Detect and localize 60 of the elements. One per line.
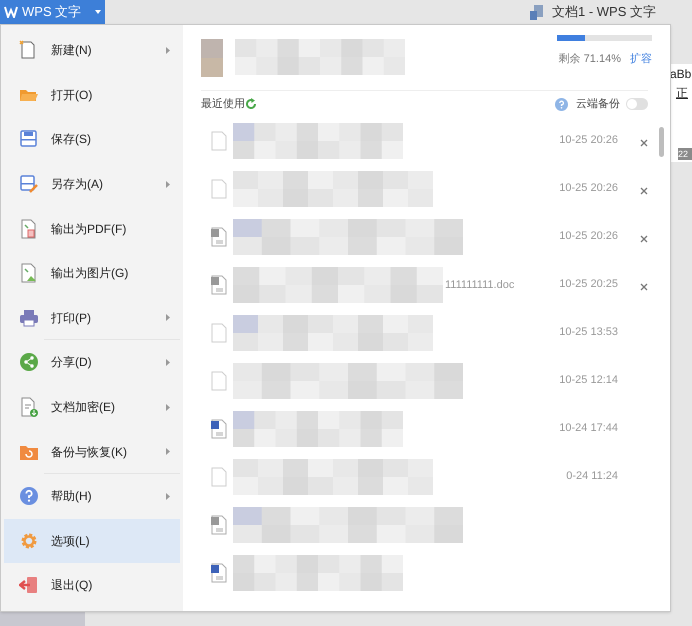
floppy-icon [19,129,39,150]
close-button[interactable] [640,187,648,195]
menu-item[interactable]: 备份与恢复(K) [4,429,180,474]
settings-icon [19,530,39,551]
style-name: 正 [670,84,692,102]
file-icon [211,179,227,199]
expand-link[interactable]: 扩容 [630,51,652,68]
printer-icon [19,308,39,328]
menu-item[interactable]: 分享(D) [4,340,180,385]
close-button[interactable] [640,235,648,243]
menu-item[interactable]: 文档加密(E) [4,384,180,430]
app-menu-button[interactable]: WPS 文字 [0,0,105,24]
toggle-label: 云端备份 [576,96,620,112]
image-document-icon [19,263,39,284]
avatar [201,39,223,77]
menu-item[interactable]: 退出(Q) [4,563,180,608]
menu-item[interactable]: 选项(L) [4,518,180,564]
help-icon [19,486,39,506]
file-icon [211,371,227,391]
image-file-icon [211,515,227,535]
file-icon [211,467,227,487]
logo-icon [4,6,18,18]
window-title: 文档1 - WPS 文字 [552,3,656,22]
share-icon [19,352,39,372]
file-name: 111111111.doc [445,278,514,293]
section-heading: 最近使用 [201,96,245,112]
close-button[interactable] [640,139,648,147]
file-time: 10-25 20:26 [558,133,618,148]
file-icon [211,131,227,151]
file-time: 10-25 20:25 [558,277,618,292]
image-file-icon [211,275,227,295]
close-button[interactable] [640,283,648,291]
menu-item[interactable]: 另存为(A) [4,162,180,206]
style-sample: aBb [670,64,692,84]
help-icon [555,98,568,110]
ruler-mark: 22 [678,148,692,160]
file-time: 10-25 20:26 [558,181,618,196]
floppy-pencil-icon [19,174,39,194]
document-icon [530,4,544,20]
file-time: 10-25 20:26 [558,229,618,244]
file-time: 10-25 13:53 [558,325,618,340]
storage-remaining: 剩余 71.14% [558,52,621,67]
exit-icon [19,575,39,596]
menu-item[interactable]: 输出为PDF(F) [4,206,180,251]
scrollbar-thumb[interactable] [659,127,664,157]
cloud-backup-toggle[interactable] [626,98,648,110]
image-file-icon [211,227,227,247]
menu-item[interactable]: 打开(O) [4,72,180,118]
file-time: 10-25 12:14 [558,373,618,388]
file-time: 0-24 11:24 [565,469,618,484]
file-time: 10-24 17:44 [558,421,618,436]
menu-item[interactable]: 保存(S) [4,117,180,162]
caret-icon [95,10,101,14]
menu-item[interactable]: 新建(N) [4,28,180,73]
menu-item[interactable]: 输出为图片(G) [4,250,180,296]
document-file-icon [211,563,227,583]
file-icon [211,323,227,343]
document-file-icon [211,419,227,439]
refresh-button[interactable] [245,98,257,110]
menu-item[interactable]: 帮助(H) [4,474,180,519]
